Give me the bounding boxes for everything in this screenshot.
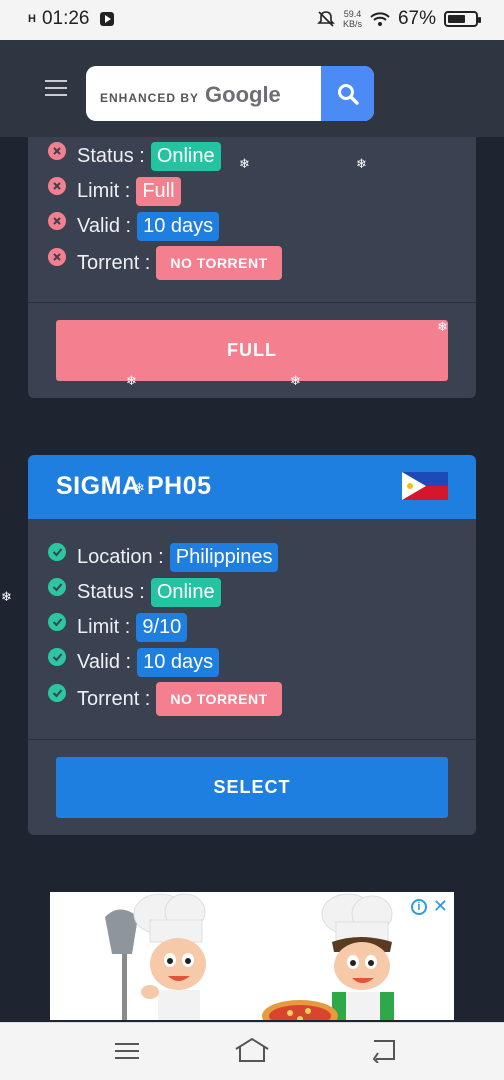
check-icon [48,542,66,561]
search-box[interactable]: ENHANCED BY Google [86,66,374,121]
ad-banner[interactable]: i ✕ [50,892,454,1020]
check-icon [48,684,66,702]
torrent-badge: NO TORRENT [156,246,282,280]
battery-icon [444,11,481,27]
home-icon[interactable] [234,1037,270,1063]
status-badge: Online [150,142,221,171]
ad-controls: i ✕ [410,896,448,917]
check-icon [48,577,66,596]
snowflake-icon: ❄ [126,373,137,388]
valid-badge: 10 days [137,648,220,677]
snowflake-icon: ❄ [437,319,448,334]
search-input[interactable]: ENHANCED BY Google [100,82,281,108]
status-badge: Online [150,578,221,607]
full-button[interactable]: FULL [56,320,448,381]
info-label: Status : [77,145,145,167]
info-row-location: Location : Philippines [48,540,476,575]
battery-fill [448,15,466,23]
search-button[interactable] [321,66,374,121]
check-icon [48,647,66,666]
chef-cartoon-illustration [105,893,394,1020]
search-icon [337,83,359,105]
net-speed-unit: KB/s [342,19,362,29]
valid-badge: 10 days [137,212,220,241]
snowflake-icon: ❄ [239,156,250,171]
status-bar: H 01:26 59.4 KB/s 67% [0,0,504,40]
back-icon[interactable] [370,1039,398,1063]
info-label: Valid : [77,215,132,237]
info-label: Valid : [77,651,132,673]
info-row-torrent: Torrent : NO TORRENT [48,244,476,282]
media-play-icon [99,12,114,26]
server-info-list: Location : Philippines Status : Online L… [28,519,476,718]
error-icon [48,248,66,266]
clock: 01:26 [41,8,90,29]
info-label: Limit : [77,180,131,202]
info-label: Location : [77,546,164,568]
limit-badge: 9/10 [136,613,188,642]
snowflake-icon: ❄ [290,373,301,388]
info-label: Torrent : [77,251,151,274]
info-row-torrent: Torrent : NO TORRENT [48,680,476,718]
info-row-status: Status : Online [48,575,476,610]
system-nav-bar [0,1022,504,1080]
wifi-icon [370,12,390,26]
snowflake-icon: ❄ [356,156,367,171]
torrent-badge: NO TORRENT [156,682,282,716]
google-logo: Google [205,82,281,107]
check-icon [48,612,66,631]
server-card-ph05: SIGMA PH05 Location : Philippines Status… [28,455,476,835]
philippines-flag-icon [402,472,448,500]
menu-icon[interactable] [45,80,67,96]
server-card-header: SIGMA PH05 [28,455,476,519]
mute-bell-icon [317,11,335,27]
net-speed-value: 59.4 [343,9,362,19]
limit-badge: Full [136,177,181,206]
ad-close-icon[interactable]: ✕ [433,896,448,917]
info-label: Status : [77,581,145,603]
recent-apps-icon[interactable] [115,1043,139,1059]
snowflake-icon: ❄ [134,480,145,495]
info-label: Limit : [77,616,131,638]
divider [28,739,476,740]
server-card-full: Status : Online Limit : Full Valid : 10 … [28,137,476,398]
ad-info-icon[interactable]: i [410,898,427,915]
error-icon [48,141,66,160]
net-speed: 59.4 KB/s [343,9,362,29]
info-row-limit: Limit : Full [48,174,476,209]
select-button[interactable]: SELECT [56,757,448,818]
signal-icon: H [28,12,36,25]
app-header: ENHANCED BY Google [0,40,504,137]
info-row-limit: Limit : 9/10 [48,610,476,645]
server-info-list: Status : Online Limit : Full Valid : 10 … [28,137,476,282]
info-row-status: Status : Online [48,139,476,174]
snowflake-icon: ❄ [1,589,12,604]
search-prefix: ENHANCED BY [100,91,200,105]
error-icon [48,176,66,195]
error-icon [48,211,66,230]
location-badge: Philippines [169,543,279,572]
info-row-valid: Valid : 10 days [48,645,476,680]
info-label: Torrent : [77,687,151,710]
info-row-valid: Valid : 10 days [48,209,476,244]
divider [28,302,476,303]
battery-percent: 67% [397,8,436,29]
